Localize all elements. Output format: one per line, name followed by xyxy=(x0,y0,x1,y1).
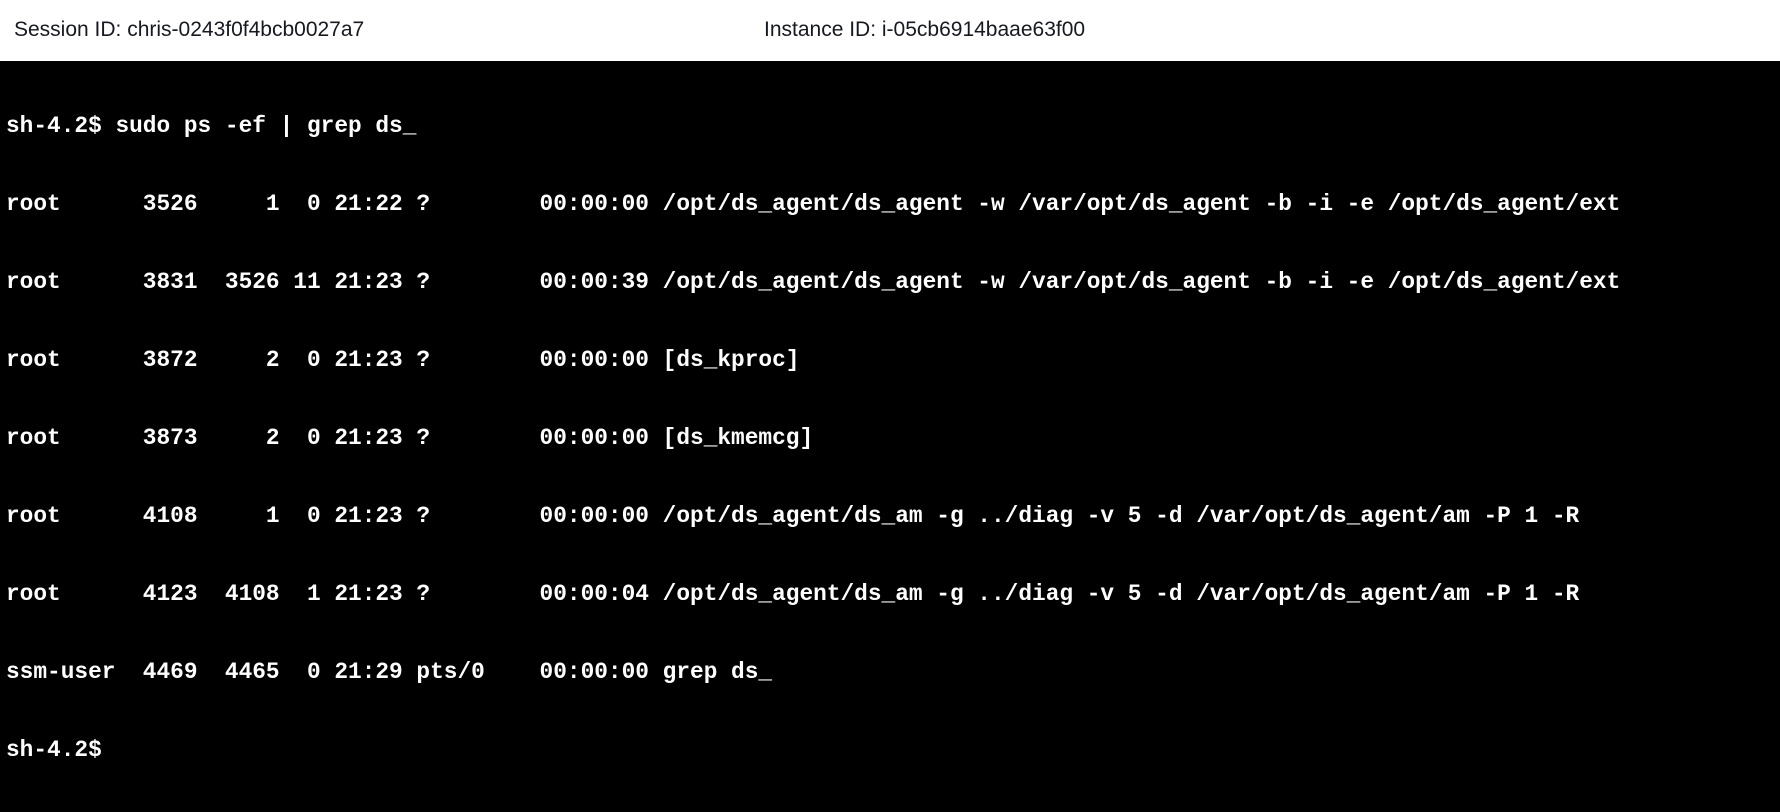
terminal-output-line: ssm-user 4469 4465 0 21:29 pts/0 00:00:0… xyxy=(6,659,773,685)
terminal-output-line: root 3831 3526 11 21:23 ? 00:00:39 /opt/… xyxy=(6,269,1621,295)
terminal-output-line: root 3526 1 0 21:22 ? 00:00:00 /opt/ds_a… xyxy=(6,191,1621,217)
terminal-output-line: root 4108 1 0 21:23 ? 00:00:00 /opt/ds_a… xyxy=(6,503,1580,529)
terminal-cursor xyxy=(104,738,115,760)
terminal-prompt: sh-4.2$ xyxy=(6,737,102,763)
terminal-output: sh-4.2$ sudo ps -ef | grep ds_ root 3526… xyxy=(6,61,1620,812)
terminal-output-line: root 4123 4108 1 21:23 ? 00:00:04 /opt/d… xyxy=(6,581,1580,607)
terminal-prompt-line: sh-4.2$ xyxy=(6,737,1620,763)
instance-id-label: Instance ID: i-05cb6914baae63f00 xyxy=(764,18,1086,41)
terminal-output-line: root 3873 2 0 21:23 ? 00:00:00 [ds_kmemc… xyxy=(6,425,814,451)
terminal-output-line: root 3872 2 0 21:23 ? 00:00:00 [ds_kproc… xyxy=(6,347,800,373)
session-header: Session ID: chris-0243f0f4bcb0027a7 Inst… xyxy=(0,0,1780,61)
terminal-window[interactable]: sh-4.2$ sudo ps -ef | grep ds_ root 3526… xyxy=(0,61,1780,763)
terminal-command-line: sh-4.2$ sudo ps -ef | grep ds_ xyxy=(6,113,417,139)
session-id-label: Session ID: chris-0243f0f4bcb0027a7 xyxy=(14,18,365,41)
